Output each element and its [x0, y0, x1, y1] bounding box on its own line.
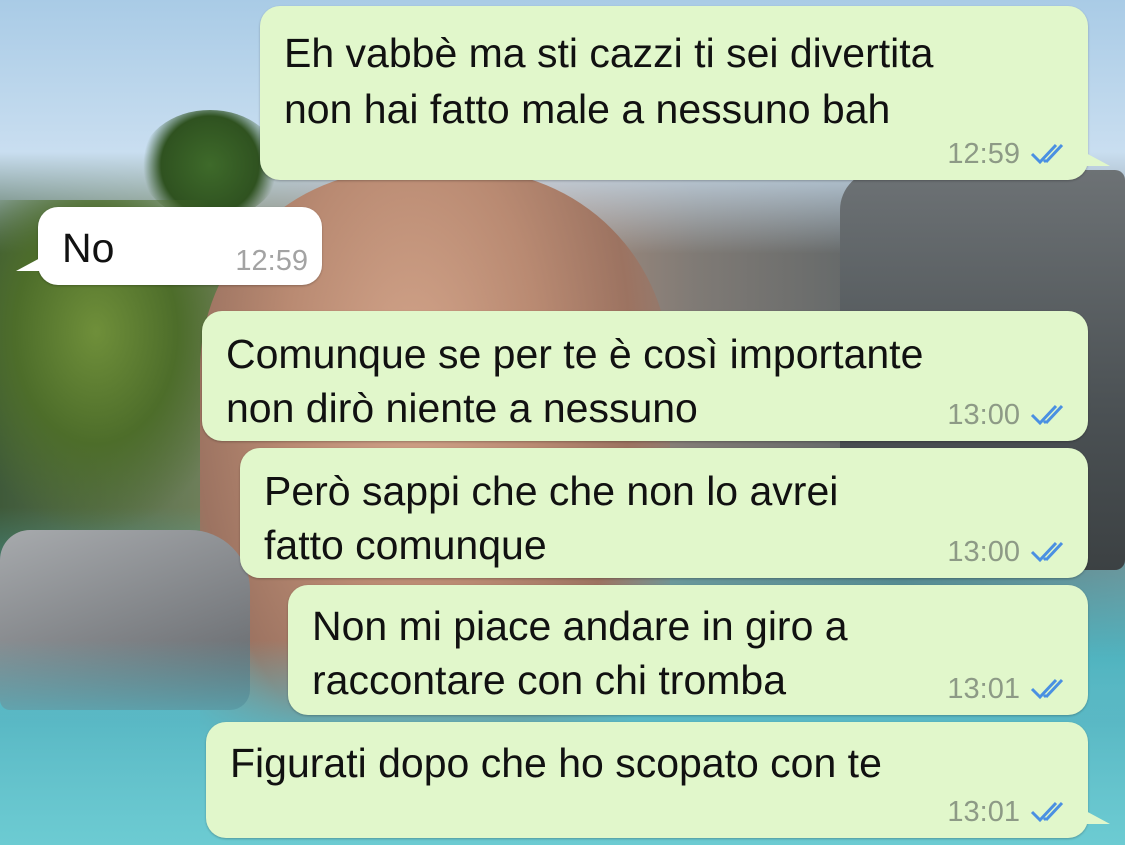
message-text-line: No — [62, 225, 115, 271]
bubble-tail — [16, 257, 42, 271]
message-timestamp: 12:59 — [947, 138, 1020, 170]
message-text-line: non dirò niente a nessuno — [226, 385, 698, 431]
outgoing-message[interactable]: Figurati dopo che ho scopato con te 13:0… — [206, 722, 1110, 838]
message-text-line: Comunque se per te è così importante — [226, 331, 924, 377]
message-text-line: fatto comunque — [264, 522, 547, 568]
outgoing-message[interactable]: Comunque se per te è così importante non… — [202, 311, 1088, 441]
message-meta: 13:00 — [947, 536, 1074, 568]
message-meta: 12:59 — [947, 138, 1074, 170]
bubble-tail — [1084, 152, 1110, 166]
message-meta: 12:59 — [235, 245, 308, 277]
message-meta: 13:00 — [947, 399, 1074, 431]
double-check-icon — [1030, 404, 1064, 426]
message-meta: 13:01 — [947, 796, 1074, 828]
message-text-line: raccontare con chi tromba — [312, 657, 787, 703]
message-timestamp: 13:00 — [947, 536, 1020, 568]
double-check-icon — [1030, 541, 1064, 563]
message-text-line: Però sappi che che non lo avrei — [264, 468, 839, 514]
incoming-message[interactable]: No 12:59 — [16, 207, 322, 285]
message-timestamp: 13:00 — [947, 399, 1020, 431]
double-check-icon — [1030, 678, 1064, 700]
outgoing-message[interactable]: Eh vabbè ma sti cazzi ti sei divertita n… — [260, 6, 1110, 180]
message-text-line: Eh vabbè ma sti cazzi ti sei divertita — [284, 30, 934, 76]
message-timestamp: 13:01 — [947, 796, 1020, 828]
double-check-icon — [1030, 801, 1064, 823]
outgoing-message[interactable]: Non mi piace andare in giro a raccontare… — [288, 585, 1088, 715]
message-text-line: Figurati dopo che ho scopato con te — [230, 740, 882, 786]
message-text-line: non hai fatto male a nessuno bah — [284, 86, 891, 132]
message-timestamp: 12:59 — [235, 245, 308, 277]
message-text-line: Non mi piace andare in giro a — [312, 603, 848, 649]
message-meta: 13:01 — [947, 673, 1074, 705]
message-timestamp: 13:01 — [947, 673, 1020, 705]
double-check-icon — [1030, 143, 1064, 165]
outgoing-message[interactable]: Però sappi che che non lo avrei fatto co… — [240, 448, 1088, 578]
bubble-tail — [1084, 810, 1110, 824]
